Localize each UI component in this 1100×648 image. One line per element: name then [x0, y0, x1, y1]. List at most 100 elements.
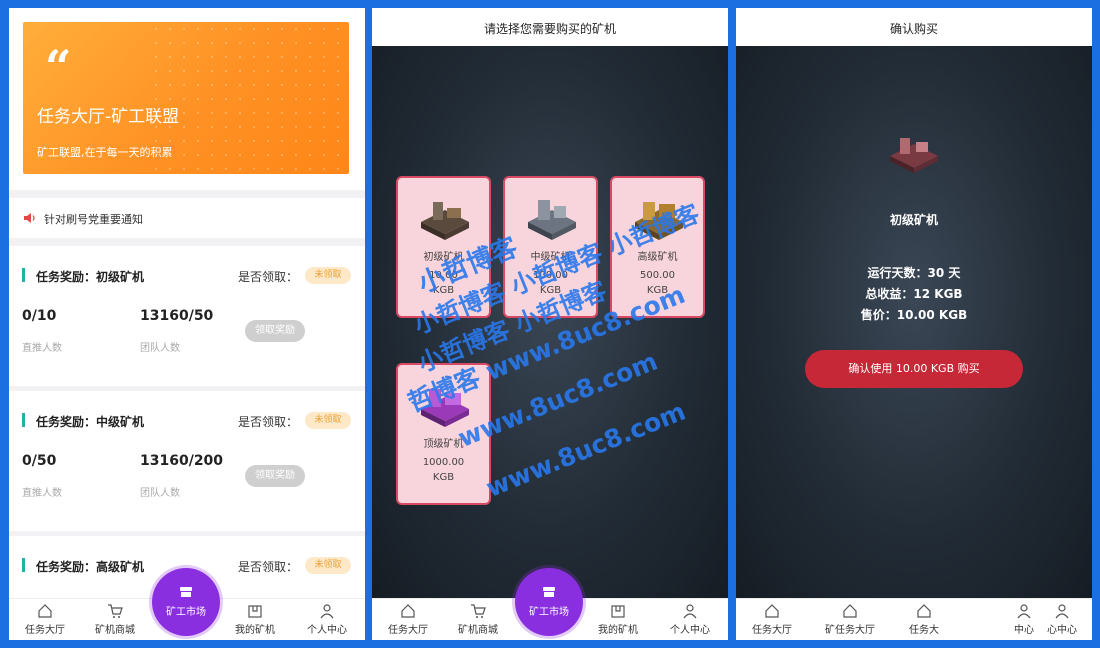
- tab-task-hall-2[interactable]: 矿任务大厅: [820, 603, 880, 636]
- tab-label: 我的矿机: [235, 625, 275, 636]
- tab-profile[interactable]: 个人中心: [660, 603, 720, 636]
- market-center-button[interactable]: 矿工市场: [515, 568, 583, 636]
- page-title: 确认购买: [889, 22, 938, 36]
- tab-label: 个人中心: [670, 625, 710, 636]
- claim-reward-button[interactable]: 领取奖励: [245, 320, 305, 342]
- task-hall-screen: “ 任务大厅-矿工联盟 矿工联盟,在于每一天的积累 针对刷号党重要通知 任务奖励…: [9, 8, 365, 640]
- notice-text: 针对刷号党重要通知: [44, 213, 143, 226]
- direct-count: 0/50: [22, 453, 57, 469]
- home-icon: [843, 604, 857, 618]
- mall-background: 初级矿机 10.00 KGB 中级矿机 100.00 KGB 高级矿机 500.…: [372, 46, 728, 598]
- tab-label: 任务大: [909, 625, 939, 636]
- task-claim-question: 是否领取：: [238, 415, 299, 429]
- tab-label: 个人中心: [307, 625, 347, 636]
- team-count: 13160/50: [140, 308, 214, 324]
- miner-name: 初级矿机: [889, 213, 938, 227]
- direct-label: 直推人数: [22, 343, 62, 354]
- tab-mall[interactable]: 矿机商城: [85, 603, 145, 636]
- tab-profile[interactable]: 个人中心: [297, 603, 357, 636]
- tab-task-hall[interactable]: 任务大厅: [15, 603, 75, 636]
- miner-card[interactable]: 顶级矿机 1000.00 KGB: [396, 363, 491, 505]
- user-icon: [1055, 604, 1069, 619]
- tab-profile[interactable]: 心中心: [1032, 603, 1092, 636]
- tab-my-miner[interactable]: 我的矿机: [225, 603, 285, 636]
- task-claim-question: 是否领取：: [238, 560, 299, 574]
- tab-task-hall-3[interactable]: 任务大: [894, 603, 954, 636]
- task-claim-question: 是否领取：: [238, 270, 299, 284]
- direct-count: 0/10: [22, 308, 57, 324]
- tab-task-hall[interactable]: 任务大厅: [378, 603, 438, 636]
- hero-banner: “ 任务大厅-矿工联盟 矿工联盟,在于每一天的积累: [23, 22, 349, 174]
- user-icon: [320, 604, 334, 619]
- miner-card[interactable]: 初级矿机 10.00 KGB: [396, 176, 491, 318]
- run-days: 运行天数：30 天: [867, 266, 961, 280]
- direct-label: 直推人数: [22, 488, 62, 499]
- market-label: 矿工市场: [166, 607, 206, 618]
- tab-label: 任务大厅: [388, 625, 428, 636]
- confirm-buy-button[interactable]: 确认使用 10.00 KGB 购买: [805, 350, 1023, 388]
- status-badge: 未领取: [305, 412, 351, 429]
- quote-icon: “: [45, 40, 72, 94]
- hero-title: 任务大厅-矿工联盟: [37, 107, 180, 127]
- miner-machine-icon: [421, 389, 469, 427]
- task-accent-bar: [22, 413, 25, 427]
- team-label: 团队人数: [140, 488, 180, 499]
- watermark-text: www.8uc8.com: [482, 396, 690, 503]
- miner-name: 顶级矿机: [423, 439, 464, 450]
- miner-machine-icon: [890, 138, 938, 173]
- task-accent-bar: [22, 558, 25, 572]
- page-title: 请选择您需要购买的矿机: [483, 22, 616, 36]
- box-icon: [611, 605, 625, 618]
- shop-icon: [180, 587, 192, 597]
- task-card: 任务奖励：中级矿机 是否领取： 未领取 0/50 13160/200 直推人数 …: [9, 391, 365, 531]
- speaker-icon: [24, 213, 35, 223]
- hero-dot-pattern: [149, 22, 349, 174]
- tab-my-miner[interactable]: 我的矿机: [588, 603, 648, 636]
- tab-task-hall[interactable]: 任务大厅: [742, 603, 802, 636]
- nav-bar: 请选择您需要购买的矿机: [372, 8, 728, 46]
- cart-icon: [471, 604, 486, 618]
- miner-unit: KGB: [539, 285, 562, 296]
- tab-label: 矿机商城: [95, 625, 135, 636]
- nav-bar: 确认购买: [736, 8, 1092, 46]
- tab-label: 矿任务大厅: [825, 625, 875, 636]
- tab-label: 矿机商城: [458, 625, 498, 636]
- tab-mall[interactable]: 矿机商城: [448, 603, 508, 636]
- miner-card[interactable]: 中级矿机 100.00 KGB: [503, 176, 598, 318]
- miner-machine-icon: [528, 200, 576, 240]
- shop-icon: [543, 587, 555, 597]
- status-badge: 未领取: [305, 267, 351, 284]
- user-icon: [683, 604, 697, 619]
- miner-card[interactable]: 高级矿机 500.00 KGB: [610, 176, 705, 318]
- market-label: 矿工市场: [529, 607, 569, 618]
- miner-unit: KGB: [646, 285, 669, 296]
- user-icon: [1017, 604, 1031, 619]
- miner-mall-screen: 请选择您需要购买的矿机 初级矿机 10.00 KGB 中级矿机 100.00 K…: [372, 8, 728, 640]
- task-accent-bar: [22, 268, 25, 282]
- task-title: 任务奖励：高级矿机: [36, 560, 145, 574]
- claim-reward-button[interactable]: 领取奖励: [245, 465, 305, 487]
- total-income: 总收益：12 KGB: [865, 287, 963, 301]
- miner-machine-icon: [421, 202, 469, 240]
- miner-price: 100.00: [533, 270, 568, 281]
- tab-label: 任务大厅: [752, 625, 792, 636]
- miner-machine-icon: [635, 202, 683, 240]
- sale-price: 售价：10.00 KGB: [860, 308, 968, 322]
- miner-price: 1000.00: [422, 457, 465, 468]
- miner-name: 高级矿机: [637, 252, 678, 263]
- tab-label: 我的矿机: [598, 625, 638, 636]
- hero-section: “ 任务大厅-矿工联盟 矿工联盟,在于每一天的积累: [9, 8, 365, 190]
- home-icon: [917, 604, 931, 618]
- miner-name: 中级矿机: [530, 252, 571, 263]
- notice-bar[interactable]: 针对刷号党重要通知: [9, 198, 365, 238]
- task-title: 任务奖励：初级矿机: [36, 270, 145, 284]
- miner-name: 初级矿机: [423, 252, 464, 263]
- tab-label: 心中心: [1047, 625, 1077, 636]
- bottom-tab-bar: 任务大厅 矿任务大厅 任务大 中心 心中心: [736, 598, 1092, 640]
- market-center-button[interactable]: 矿工市场: [152, 568, 220, 636]
- hero-subtitle: 矿工联盟,在于每一天的积累: [37, 146, 173, 159]
- miner-price: 500.00: [640, 270, 675, 281]
- team-count: 13160/200: [140, 453, 224, 469]
- miner-unit: KGB: [432, 472, 455, 483]
- confirm-background: 初级矿机 运行天数：30 天 总收益：12 KGB 售价：10.00 KGB 确…: [736, 46, 1092, 598]
